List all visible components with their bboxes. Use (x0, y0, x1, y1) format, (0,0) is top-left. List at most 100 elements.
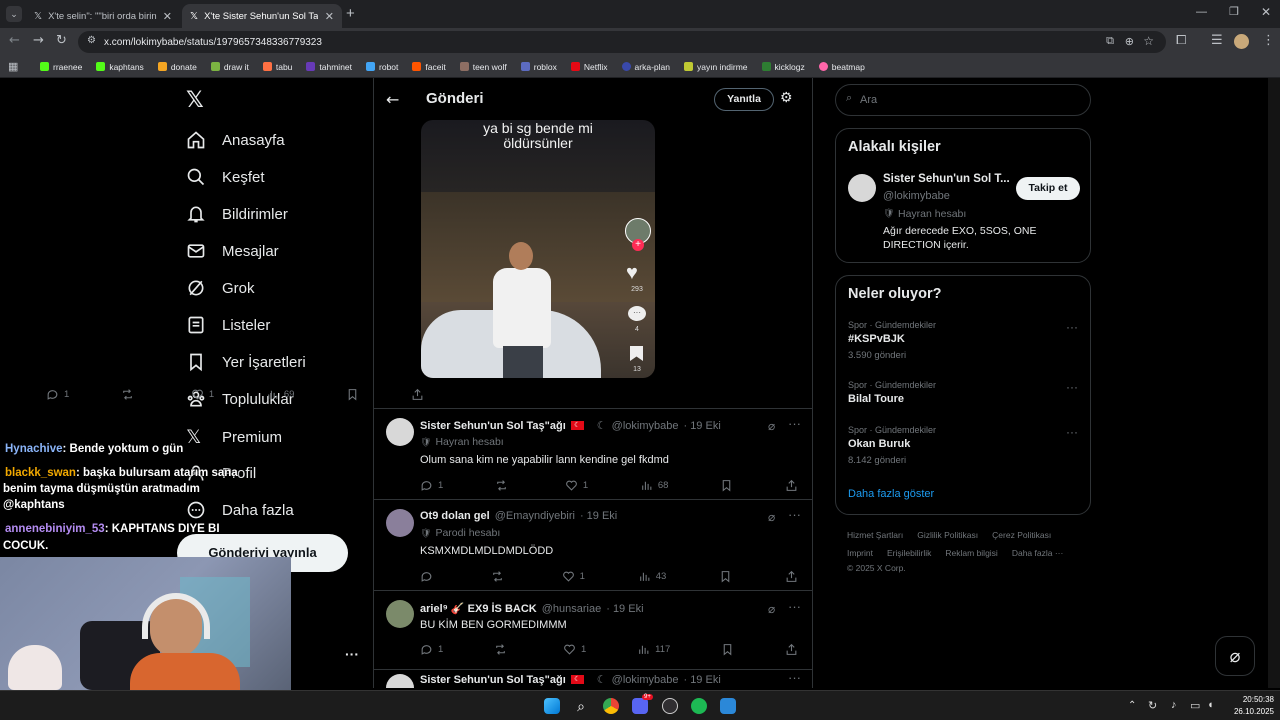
like-action[interactable]: 1 (565, 479, 588, 492)
avatar[interactable] (848, 174, 876, 202)
chrome-icon[interactable] (603, 698, 619, 714)
bookmark-faceit[interactable]: faceit (412, 62, 446, 72)
bookmark-action[interactable] (346, 388, 359, 401)
tray-chevron-icon[interactable]: ⌃ (1128, 700, 1136, 711)
bookmark-netflix[interactable]: Netflix (570, 62, 608, 72)
filter-icon[interactable]: ⚙ (780, 89, 793, 106)
views-action[interactable]: 117 (637, 643, 670, 656)
author-name[interactable]: Ot9 dolan gel (420, 510, 490, 522)
bookmark-draw-it[interactable]: draw it (210, 62, 249, 72)
grok-icon[interactable]: ⌀ (768, 510, 775, 524)
grok-floating-button[interactable]: ⌀ (1215, 636, 1255, 676)
follow-button[interactable]: Takip et (1016, 177, 1080, 200)
footer-link[interactable]: Daha fazla ··· (1012, 548, 1064, 558)
tiktok-like-icon[interactable]: ♥ (626, 262, 638, 285)
paint-icon[interactable] (720, 698, 736, 714)
trend-item[interactable]: Spor · Gündemdekiler #KSPvBJK 3.590 gönd… (848, 320, 1080, 362)
bookmark-robot[interactable]: robot (366, 62, 398, 72)
reply-action[interactable]: 1 (46, 388, 69, 401)
related-handle[interactable]: @lokimybabe (883, 190, 950, 202)
footer-link[interactable]: Imprint (847, 548, 873, 558)
install-app-icon[interactable]: ⧉ (1106, 35, 1114, 48)
bookmark-beatmap[interactable]: beatmap (818, 62, 865, 72)
restore-window-icon[interactable]: ❐ (1229, 5, 1239, 18)
share-action[interactable] (411, 388, 424, 401)
views-action[interactable]: 68 (640, 479, 668, 492)
bookmark-kicklogz[interactable]: kicklogz (761, 62, 805, 72)
post-date[interactable]: · 19 Eki (606, 603, 643, 615)
page-scrollbar[interactable] (1268, 78, 1280, 688)
sidebar-item-lists[interactable]: Listeler (186, 315, 270, 335)
share-action[interactable] (785, 643, 798, 656)
browser-menu-icon[interactable]: ⋮ (1262, 33, 1275, 48)
more-options-icon[interactable]: ··· (788, 507, 801, 522)
reply-tweet[interactable]: Ot9 dolan gel @Emayndiyebiri · 19 Eki ⌀ … (374, 499, 812, 589)
reply-action[interactable] (420, 570, 438, 583)
footer-link[interactable]: Erişilebilirlik (887, 548, 931, 558)
reload-icon[interactable]: ↻ (56, 33, 67, 48)
reply-tweet[interactable]: Sister Sehun'un Sol Taş"ağı ☾ ☾ @lokimyb… (374, 669, 812, 688)
browser-tab[interactable]: 𝕏 X'te selin": ""biri orda birini öldü ✕ (26, 4, 180, 28)
obs-icon[interactable] (662, 698, 678, 714)
more-options-icon[interactable]: ··· (1066, 425, 1078, 439)
grok-icon[interactable]: ⌀ (768, 419, 775, 433)
more-options-icon[interactable]: ··· (788, 670, 801, 685)
discord-icon[interactable] (632, 698, 648, 714)
footer-link[interactable]: Hizmet Şartları (847, 530, 903, 540)
search-icon[interactable]: ⌕ (573, 698, 589, 714)
bookmark-yayin-indirme[interactable]: yayın indirme (683, 62, 748, 72)
minimize-window-icon[interactable]: — (1196, 6, 1207, 18)
tiktok-save-icon[interactable] (630, 346, 643, 361)
account-more-icon[interactable]: ··· (345, 646, 359, 662)
tab-list-dropdown-icon[interactable]: ⌄ (6, 6, 22, 22)
reply-tweet[interactable]: Sister Sehun'un Sol Taş"ağı ☾ ☾ @lokimyb… (374, 408, 812, 498)
sidebar-item-premium[interactable]: 𝕏 Premium (186, 426, 282, 448)
bookmark-action[interactable] (719, 570, 732, 583)
author-handle[interactable]: @lokimybabe (612, 420, 679, 432)
repost-action[interactable] (121, 388, 139, 401)
related-name[interactable]: Sister Sehun'un Sol T... (883, 173, 1010, 185)
sidebar-item-grok[interactable]: Grok (186, 278, 255, 298)
new-tab-button[interactable]: + (346, 5, 355, 22)
back-icon[interactable]: ← (9, 33, 20, 48)
bookmark-tabu[interactable]: tabu (262, 62, 292, 72)
author-handle[interactable]: @lokimybabe (612, 674, 679, 686)
repost-action[interactable] (494, 643, 512, 656)
like-action[interactable]: 1 (563, 643, 586, 656)
bookmark-teen-wolf[interactable]: teen wolf (459, 62, 507, 72)
reply-button[interactable]: Yanıtla (714, 88, 774, 111)
search-box[interactable]: ⌕ Ara (835, 84, 1091, 116)
extensions-icon[interactable]: ⧠ (1176, 33, 1186, 48)
avatar[interactable] (386, 509, 414, 537)
reply-tweet[interactable]: ariel⁹ 🎸 EX9 İS BACK @hunsariae · 19 Eki… (374, 590, 812, 668)
bookmark-rraenee[interactable]: rraenee (40, 62, 82, 72)
author-name[interactable]: ariel⁹ 🎸 EX9 İS BACK (420, 602, 537, 615)
spotify-icon[interactable] (691, 698, 707, 714)
clock-time[interactable]: 20:50:38 (1234, 695, 1274, 704)
tray-volume-icon[interactable]: ◖ (1207, 699, 1214, 711)
bookmark-action[interactable] (720, 479, 733, 492)
clock-date[interactable]: 26.10.2025 (1226, 707, 1274, 716)
sidebar-item-notifications[interactable]: Bildirimler (186, 204, 288, 224)
close-tab-icon[interactable]: ✕ (163, 10, 172, 23)
grok-icon[interactable]: ⌀ (768, 602, 775, 616)
forward-icon[interactable]: → (33, 33, 44, 48)
tiktok-follow-plus-icon[interactable]: + (632, 239, 644, 251)
sidebar-item-home[interactable]: Anasayfa (186, 130, 285, 150)
views-action[interactable]: 69 (266, 388, 294, 401)
post-date[interactable]: · 19 Eki (683, 420, 720, 432)
trend-item[interactable]: Spor · Gündemdekiler Okan Buruk 8.142 gö… (848, 425, 1080, 467)
start-menu-icon[interactable] (544, 698, 560, 714)
bookmark-action[interactable] (721, 643, 734, 656)
avatar[interactable] (386, 418, 414, 446)
avatar[interactable] (386, 674, 414, 688)
bookmark-roblox[interactable]: roblox (520, 62, 557, 72)
reading-list-icon[interactable]: ☰ (1211, 33, 1223, 48)
profile-avatar[interactable] (1234, 34, 1249, 49)
sidebar-item-messages[interactable]: Mesajlar (186, 241, 279, 261)
views-action[interactable]: 43 (638, 570, 666, 583)
x-logo-icon[interactable]: 𝕏 (186, 88, 204, 113)
site-info-icon[interactable]: ⚙ (87, 35, 96, 46)
tiktok-comment-icon[interactable]: ··· (628, 306, 646, 321)
repost-action[interactable] (491, 570, 509, 583)
